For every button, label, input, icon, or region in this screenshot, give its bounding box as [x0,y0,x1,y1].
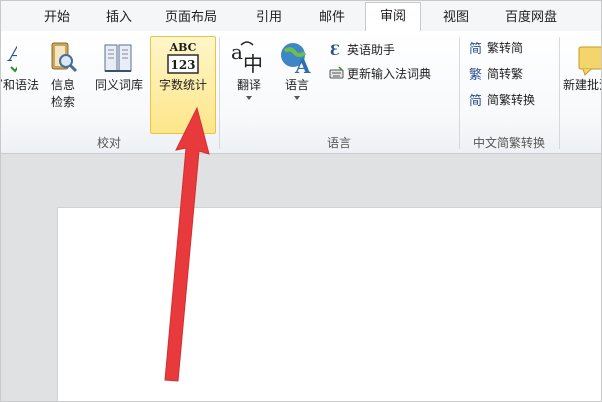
simp-to-trad-label: 简转繁 [487,67,524,81]
chinese-convert-button[interactable]: 简 简繁转换 [469,91,535,109]
language-group-label: 语言 [326,136,351,150]
tab-mailings[interactable]: 邮件 [303,7,361,31]
spelling-grammar-button[interactable]: A 拼写和语法 [1,37,39,94]
simp-to-trad-icon: 繁 [469,66,484,83]
new-comment-icon [578,46,601,76]
thesaurus-label: 同义词库 [94,78,143,92]
chinese-conversion-group-label: 中文简繁转换 [472,136,545,150]
language-button[interactable]: A 语言 [275,37,319,100]
english-assistant-icon: Ɛ [329,42,344,59]
svg-text:简: 简 [469,93,482,107]
svg-text:Ɛ: Ɛ [330,43,340,57]
svg-text:A: A [294,54,311,77]
svg-text:A: A [7,42,17,67]
tab-baidu-netdisk[interactable]: 百度网盘 [491,7,571,31]
book-icon [104,44,132,72]
document-page[interactable] [57,207,601,401]
group-separator [559,37,560,149]
update-ime-label: 更新输入法词典 [347,67,432,81]
chinese-convert-label: 简繁转换 [487,93,536,107]
svg-text:a: a [231,40,243,64]
chevron-down-icon[interactable] [246,96,252,100]
chevron-down-icon[interactable] [294,96,300,100]
research-icon [51,42,78,73]
word-count-button[interactable]: ABC 123 字数统计 [150,37,216,94]
trad-to-simp-label: 繁转简 [487,41,524,55]
svg-text:简: 简 [469,41,482,55]
word-count-label: 字数统计 [158,78,207,92]
svg-text:123: 123 [170,58,195,72]
spelling-icon: A [7,42,17,73]
research-button[interactable]: 信息 检索 [41,37,85,111]
tab-references[interactable]: 引用 [241,7,297,31]
group-separator [219,37,220,149]
keyboard-icon [329,66,344,81]
simp-to-trad-button[interactable]: 繁 简转繁 [469,65,523,83]
research-label-line2: 检索 [50,95,75,109]
trad-to-simp-button[interactable]: 简 繁转简 [469,39,523,57]
group-separator [459,37,460,149]
tab-home[interactable]: 开始 [33,7,81,31]
chinese-convert-icon: 简 [469,92,484,109]
svg-text:ABC: ABC [169,41,197,54]
translate-button[interactable]: a 中 翻译 [227,37,271,100]
english-assistant-label: 英语助手 [347,43,396,57]
trad-to-simp-icon: 简 [469,40,484,57]
translate-icon: a 中 [231,40,263,76]
thesaurus-button[interactable]: 同义词库 [89,37,149,94]
new-comment-label: 新建批注 [563,78,601,92]
word-count-icon: ABC 123 [167,41,199,74]
ribbon-review: A 拼写和语法 信息 检索 同义词库 [1,31,601,154]
translate-label: 翻译 [236,78,261,92]
spelling-grammar-label: 拼写和语法 [1,78,39,92]
tab-review[interactable]: 审阅 [365,2,421,32]
tab-insert[interactable]: 插入 [91,7,147,31]
english-assistant-button[interactable]: Ɛ 英语助手 [329,41,395,59]
proofing-group-label: 校对 [96,136,121,150]
update-ime-dictionary-button[interactable]: 更新输入法词典 [329,65,431,83]
tab-page-layout[interactable]: 页面布局 [153,7,229,31]
svg-text:繁: 繁 [469,67,482,81]
new-comment-button[interactable]: 新建批注 [563,37,601,94]
language-globe-icon: A [281,43,311,77]
language-label: 语言 [284,78,309,92]
tab-view[interactable]: 视图 [429,7,483,31]
word-window: 开始 插入 页面布局 引用 邮件 审阅 视图 百度网盘 A 拼写和语法 信息 检… [0,0,602,402]
svg-text:中: 中 [243,52,263,76]
research-label-line1: 信息 [50,78,75,92]
ribbon-tab-bar: 开始 插入 页面布局 引用 邮件 审阅 视图 百度网盘 [1,1,601,32]
